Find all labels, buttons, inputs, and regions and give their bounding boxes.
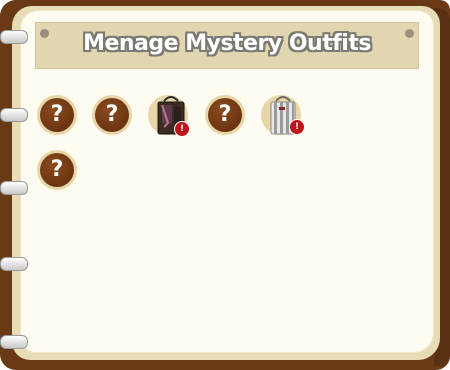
outfit-slot-locked[interactable]: ? xyxy=(205,95,245,135)
outfit-slot-locked[interactable]: ? xyxy=(37,150,77,190)
outfit-slot-locked[interactable]: ? xyxy=(37,95,77,135)
question-mark-icon: ? xyxy=(218,102,232,127)
mystery-disc-icon: ? xyxy=(40,153,74,187)
binder-ring xyxy=(0,257,28,271)
binder-ring xyxy=(0,108,28,122)
outfit-slot-striped[interactable]: ! xyxy=(261,95,305,135)
outfit-slot-locked[interactable]: ? xyxy=(92,95,132,135)
new-item-badge: ! xyxy=(174,121,190,137)
mystery-disc-icon: ? xyxy=(40,98,74,132)
mystery-disc-icon: ? xyxy=(95,98,129,132)
binder-ring xyxy=(0,335,28,349)
question-mark-icon: ? xyxy=(50,102,64,127)
binder-ring xyxy=(0,181,28,195)
mystery-disc-icon: ? xyxy=(208,98,242,132)
binder-ring xyxy=(0,30,28,44)
question-mark-icon: ? xyxy=(50,157,64,182)
page-title: Menage Mystery Outfits xyxy=(83,31,371,56)
title-banner: Menage Mystery Outfits xyxy=(35,22,419,69)
outfit-slot-dark[interactable]: ! xyxy=(148,95,190,137)
new-item-badge: ! xyxy=(289,119,305,135)
question-mark-icon: ? xyxy=(105,102,119,127)
